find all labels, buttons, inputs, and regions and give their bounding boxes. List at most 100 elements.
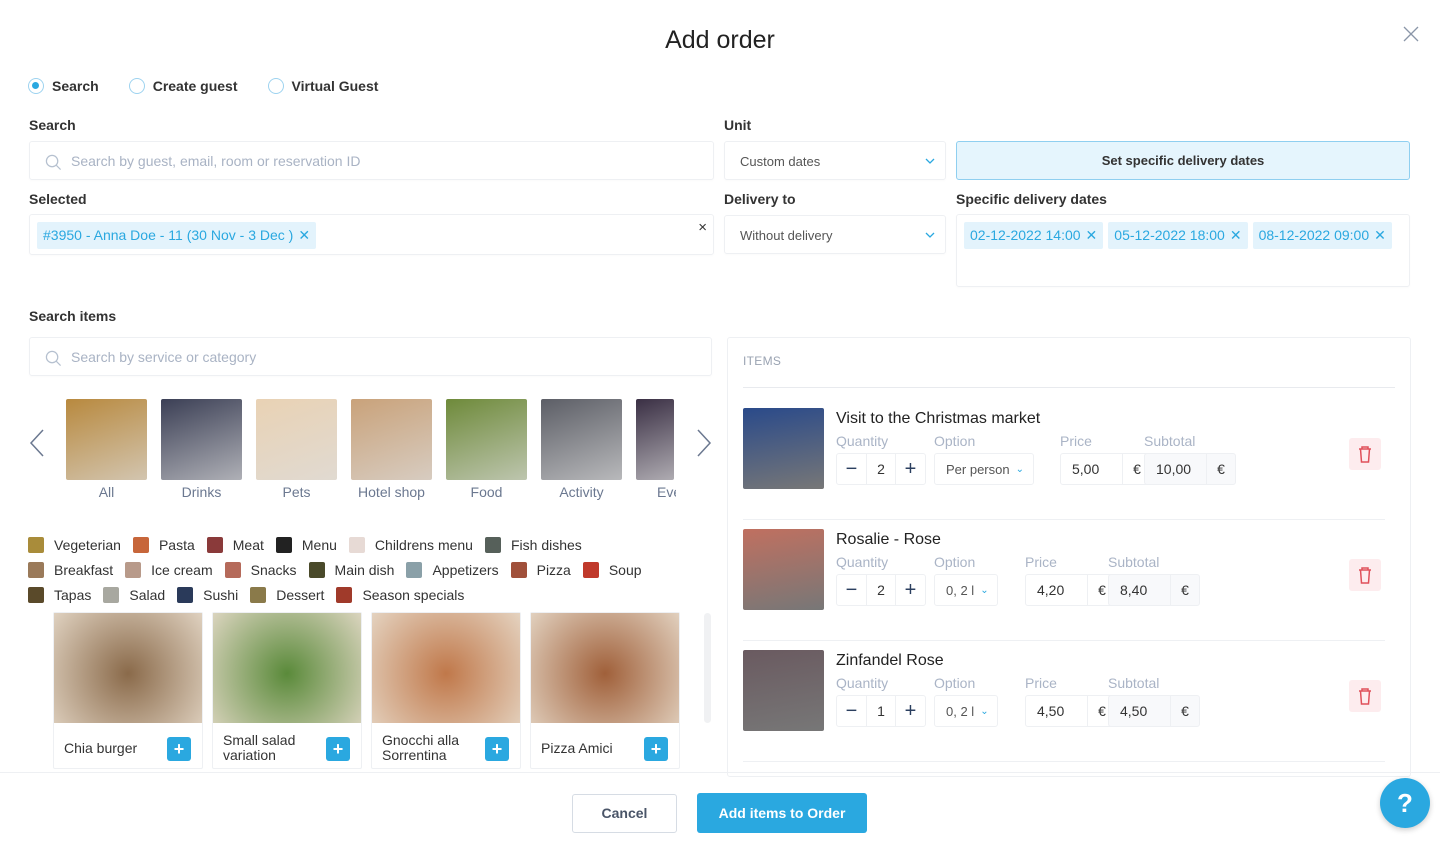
increment-button[interactable]: + <box>896 454 925 484</box>
product-scrollbar[interactable] <box>704 613 711 723</box>
unit-label: Unit <box>724 117 752 133</box>
subcategory-item[interactable]: Childrens menu <box>348 534 473 556</box>
set-delivery-dates-button[interactable]: Set specific delivery dates <box>956 141 1410 180</box>
currency-symbol: € <box>1181 582 1189 598</box>
subtotal-field: 8,40 € <box>1108 574 1200 606</box>
decrement-button[interactable]: − <box>837 454 866 484</box>
category-item[interactable]: Eve <box>636 399 676 500</box>
product-card[interactable]: Pizza Amici + <box>530 612 680 769</box>
category-item[interactable]: All <box>66 399 147 500</box>
quantity-label: Quantity <box>836 433 889 449</box>
subcategory-item[interactable]: Fish dishes <box>484 534 582 556</box>
tag-text: 05-12-2022 18:00 <box>1114 227 1225 243</box>
subcategory-thumbnail <box>510 562 527 578</box>
increment-button[interactable]: + <box>896 575 925 605</box>
cancel-button[interactable]: Cancel <box>572 794 677 833</box>
help-button[interactable]: ? <box>1380 778 1430 828</box>
carousel-next-icon[interactable] <box>695 428 713 458</box>
delete-item-button[interactable] <box>1349 559 1381 591</box>
subcategory-item[interactable]: Snacks <box>224 559 297 581</box>
quantity-label: Quantity <box>836 554 889 570</box>
quantity-value[interactable]: 2 <box>866 575 896 605</box>
category-label: Eve <box>657 484 676 500</box>
product-name: Pizza Amici <box>541 739 613 756</box>
subcategory-thumbnail <box>132 537 149 553</box>
price-input[interactable]: 5,00 € <box>1060 453 1152 485</box>
currency-symbol: € <box>1217 461 1225 477</box>
add-items-button[interactable]: Add items to Order <box>697 793 867 833</box>
product-image <box>213 613 361 723</box>
divider <box>743 387 1395 388</box>
product-image <box>54 613 202 723</box>
price-input[interactable]: 4,50 € <box>1025 695 1117 727</box>
category-item[interactable]: Activity <box>541 399 622 500</box>
subcategory-item[interactable]: Ice cream <box>125 559 213 581</box>
remove-tag-icon[interactable]: ✕ <box>1374 227 1386 243</box>
remove-tag-icon[interactable]: ✕ <box>1086 227 1098 243</box>
subcategory-item[interactable]: Soup <box>582 559 642 581</box>
subcategory-thumbnail <box>484 537 501 553</box>
subcategory-item[interactable]: Dessert <box>250 584 324 606</box>
subtotal-label: Subtotal <box>1108 554 1160 570</box>
subcategory-item[interactable]: Tapas <box>28 584 91 606</box>
increment-button[interactable]: + <box>896 696 925 726</box>
subtotal-field: 10,00 € <box>1144 453 1236 485</box>
option-select[interactable]: 0, 2 l ⌄ <box>934 695 998 727</box>
search-icon <box>45 154 62 171</box>
carousel-prev-icon[interactable] <box>28 428 46 458</box>
delete-item-button[interactable] <box>1349 438 1381 470</box>
decrement-button[interactable]: − <box>837 575 866 605</box>
subcategory-label: Snacks <box>250 562 297 578</box>
subcategory-item[interactable]: Appetizers <box>406 559 499 581</box>
clear-selection-icon[interactable]: × <box>698 219 707 236</box>
add-product-button[interactable]: + <box>326 737 350 761</box>
subcategory-item[interactable]: Pasta <box>132 534 195 556</box>
category-item[interactable]: Drinks <box>161 399 242 500</box>
subcategory-thumbnail <box>348 537 365 553</box>
category-item[interactable]: Food <box>446 399 527 500</box>
subcategory-item[interactable]: Season specials <box>336 584 464 606</box>
subtotal-field: 4,50 € <box>1108 695 1200 727</box>
product-card[interactable]: Small salad variation + <box>212 612 362 769</box>
delivery-select[interactable]: Without delivery <box>724 215 946 254</box>
delivery-value: Without delivery <box>740 228 833 243</box>
subcategory-item[interactable]: Vegeterian <box>28 534 121 556</box>
add-product-button[interactable]: + <box>644 737 668 761</box>
decrement-button[interactable]: − <box>837 696 866 726</box>
category-item[interactable]: Pets <box>256 399 337 500</box>
radio-dot <box>28 78 44 94</box>
subcategory-item[interactable]: Menu <box>275 534 337 556</box>
remove-tag-icon[interactable]: ✕ <box>1230 227 1242 243</box>
subtotal-value: 4,50 <box>1109 696 1171 726</box>
option-value: 0, 2 l <box>946 582 975 598</box>
category-item[interactable]: Hotel shop <box>351 399 432 500</box>
quantity-label: Quantity <box>836 675 889 691</box>
order-item-row: Zinfandel Rose Quantity Option Price Subtota… <box>743 650 1383 771</box>
subcategory-item[interactable]: Sushi <box>177 584 238 606</box>
quantity-value[interactable]: 2 <box>866 454 896 484</box>
product-card[interactable]: Gnocchi alla Sorrentina + <box>371 612 521 769</box>
option-select[interactable]: Per person ⌄ <box>934 453 1034 485</box>
option-select[interactable]: 0, 2 l ⌄ <box>934 574 998 606</box>
close-icon[interactable] <box>1400 24 1422 46</box>
delete-item-button[interactable] <box>1349 680 1381 712</box>
add-product-button[interactable]: + <box>485 737 509 761</box>
unit-select[interactable]: Custom dates <box>724 141 946 180</box>
price-input[interactable]: 4,20 € <box>1025 574 1117 606</box>
row-divider <box>743 640 1385 641</box>
quantity-value[interactable]: 1 <box>866 696 896 726</box>
subcategory-label: Fish dishes <box>510 537 582 553</box>
subcategory-item[interactable]: Meat <box>206 534 264 556</box>
subcategory-item[interactable]: Pizza <box>510 559 571 581</box>
subcategory-item[interactable]: Main dish <box>308 559 394 581</box>
delivery-dates-field[interactable]: 02-12-2022 14:00 ✕ 05-12-2022 18:00 ✕ 08-12-… <box>956 214 1410 287</box>
items-header: ITEMS <box>743 354 782 368</box>
subcategory-item[interactable]: Breakfast <box>28 559 113 581</box>
date-tag: 08-12-2022 09:00 ✕ <box>1252 222 1392 249</box>
search-icon <box>45 350 62 367</box>
subcategory-item[interactable]: Salad <box>103 584 165 606</box>
add-product-button[interactable]: + <box>167 737 191 761</box>
product-card[interactable]: Chia burger + <box>53 612 203 769</box>
subcategory-label: Soup <box>608 562 642 578</box>
product-image <box>372 613 520 723</box>
